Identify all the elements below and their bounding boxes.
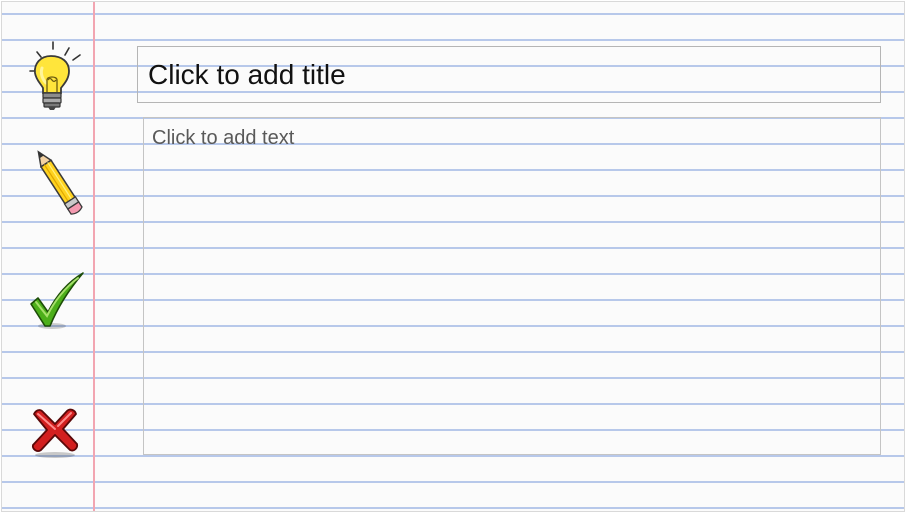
checkmark-icon	[28, 270, 86, 332]
x-mark-icon	[28, 404, 82, 460]
pencil-icon	[30, 142, 86, 222]
lightbulb-icon	[24, 38, 86, 112]
body-text-placeholder[interactable]: Click to add text	[143, 117, 881, 455]
margin-line	[93, 2, 95, 511]
slide-canvas: Click to add title Click to add text	[1, 1, 905, 512]
title-placeholder[interactable]: Click to add title	[137, 46, 881, 103]
